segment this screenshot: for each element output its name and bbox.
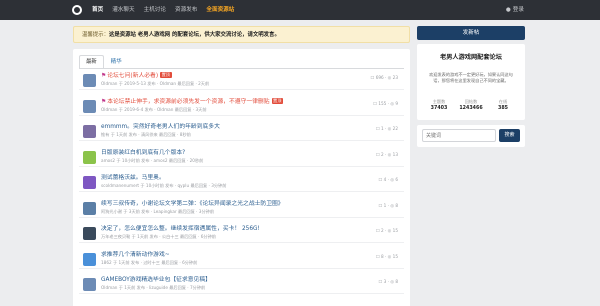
thread-stats: ☐ 696 · ◎ 23 [370, 75, 398, 80]
nav-hosts[interactable]: 主机讨论 [144, 6, 166, 14]
thread-title[interactable]: emmmm。突然好奇老男人们的年龄到底多大 [101, 123, 220, 131]
avatar[interactable] [83, 252, 96, 266]
thread-title-text: 测试蕾格沃兹。马里奥。 [101, 175, 165, 181]
search-panel: 搜索 [417, 125, 525, 147]
thread-title[interactable]: 日版原装红白机到底有几个版本? [101, 149, 185, 157]
thread-title[interactable]: GAMEBOY游戏精选毕业包【征求意见稿】 [101, 276, 211, 284]
thread-row[interactable]: ⚑本论坛禁止伸手，求资源前必须先发一个资源，不遵守一律删贴 置顶 Oldman 于 … [79, 97, 404, 116]
notice-text: 这是资源站 老男人游戏网 的配套论坛，供大家交流讨论，请文明发言。 [108, 32, 280, 38]
thread-row[interactable]: 求推荐几个清新动作游戏~ 1862 于 1天前 发布 · 过时十三 最后回复 · … [79, 250, 404, 269]
thread-stats: ☐ 155 · ◎ 9 [373, 100, 398, 106]
thread-meta: 惟有 于 1天前 发布 · 清风徐来 最后回复 · 8秒前 [101, 132, 191, 137]
thread-stats: ☐ 2 · ◎ 13 [375, 151, 398, 157]
pin-flag-icon: ⚑ [101, 73, 107, 79]
tab-latest[interactable]: 最新 [79, 55, 104, 69]
thread-title[interactable]: ⚑论坛七问(新人必看) 置顶 [101, 72, 172, 80]
thread-stats: ☐ 3 · ◎ 8 [378, 279, 398, 284]
thread-title[interactable]: 决定了，怎么便宜怎么整。继续发挥宿遇属性，买卡！ 256G! [101, 225, 260, 233]
thread-title-text: emmmm。突然好奇老男人们的年龄到底多大 [101, 124, 220, 130]
notice-banner: 温馨提示：这是资源站 老男人游戏网 的配套论坛，供大家交流讨论，请文明发言。 [73, 26, 410, 43]
user-icon: ● [505, 7, 511, 13]
thread-meta: Oldman 于 1天前 发布 · lizuguide 最后回复 · 7分钟前 [101, 285, 206, 290]
thread-row[interactable]: 续写三叔传奇，小谢论坛文学第二弹：《论坛异闻录之光之战士防卫圈》 阿狗光小谢 于 … [79, 199, 404, 218]
thread-title-text: 论坛七问(新人必看) [107, 73, 159, 79]
thread-meta: scoldmanenumert 于 10小时前 发布 · qyplu 最后回复 … [101, 183, 227, 188]
stat-value: 1243466 [459, 106, 483, 111]
avatar[interactable] [83, 227, 96, 240]
avatar[interactable] [83, 125, 96, 138]
stat-value: 385 [497, 106, 508, 111]
thread-title[interactable]: 续写三叔传奇，小谢论坛文学第二弹：《论坛异闻录之光之战士防卫圈》 [101, 200, 284, 208]
search-button[interactable]: 搜索 [499, 129, 520, 142]
thread-title-text: 续写三叔传奇，小谢论坛文学第二弹：《论坛异闻录之光之战士防卫圈》 [101, 200, 284, 207]
pin-flag-icon: ⚑ [101, 98, 107, 105]
thread-meta: 阿狗光小谢 于 3天前 发布 · Leapingkar 最后回复 · 3分钟前 [101, 208, 215, 214]
stat-online: 在线 385 [487, 99, 519, 112]
site-logo-icon[interactable] [72, 5, 82, 15]
avatar[interactable] [83, 278, 96, 291]
login-link[interactable]: ● 登录 [506, 6, 524, 14]
avatar[interactable] [83, 201, 96, 215]
thread-stats: ☐ 2 · ◎ 15 [375, 228, 398, 233]
thread-list-panel: 最新 精华 ⚑论坛七问(新人必看) 置顶 Oldman 于 2019-5-13 发布… [73, 49, 410, 306]
thread-row[interactable]: emmmm。突然好奇老男人们的年龄到底多大 惟有 于 1天前 发布 · 清风徐来 … [79, 122, 404, 141]
sticky-badge: 置顶 [160, 72, 172, 78]
main-nav: 首页 灌水聊天 主机讨论 资源发布 全面资源站 [92, 6, 234, 14]
notice-label: 温馨提示： [82, 32, 109, 38]
thread-row[interactable]: 决定了，怎么便宜怎么整。继续发挥宿遇属性，买卡！ 256G! 万年老三夜贝勒 于 … [79, 224, 404, 243]
thread-row[interactable]: ⚑论坛七问(新人必看) 置顶 Oldman 于 2019-5-13 发布 · Old… [79, 71, 404, 90]
thread-title-text: 决定了，怎么便宜怎么整。继续发挥宿遇属性，买卡！ 256G! [101, 226, 260, 232]
thread-title[interactable]: 测试蕾格沃兹。马里奥。 [101, 174, 165, 182]
thread-stats: ☐ 4 · ◎ 6 [378, 177, 398, 182]
thread-tabs: 最新 精华 [79, 55, 129, 69]
thread-meta: amos2 于 10小时前 发布 · amos2 最后回复 · 20秒前 [101, 157, 204, 163]
avatar[interactable] [83, 74, 96, 87]
thread-title-text: 本论坛禁止伸手，求资源前必须先发一个资源，不遵守一律删贴 [107, 98, 270, 105]
tab-divider [79, 68, 404, 69]
avatar[interactable] [83, 150, 96, 164]
nav-chat[interactable]: 灌水聊天 [112, 6, 134, 14]
thread-row[interactable]: GAMEBOY游戏精选毕业包【征求意见稿】 Oldman 于 1天前 发布 · l… [79, 275, 404, 294]
nav-resources[interactable]: 资源发布 [175, 6, 197, 14]
thread-meta: Oldman 于 2019-5-13 发布 · Oldman 最后回复 · 2天… [101, 81, 210, 86]
thread-row[interactable]: 日版原装红白机到底有几个版本? amos2 于 10小时前 发布 · amos2 … [79, 148, 404, 167]
avatar[interactable] [83, 176, 96, 189]
stat-value: 37403 [430, 106, 448, 111]
thread-stats: ☐ 8 · ◎ 15 [375, 253, 398, 259]
stat-replies: 回帖数 1243466 [455, 99, 487, 112]
forum-description: 欢迎发表的游戏不一定更好玩，如果认同这句话，那您将在这里发现自己不同的宝藏。 [429, 72, 513, 83]
forum-stats: 主题数 37403 回帖数 1243466 在线 385 [423, 99, 519, 112]
stat-topics: 主题数 37403 [423, 99, 455, 112]
thread-stats: ☐ 1 · ◎ 8 [378, 202, 398, 208]
tab-featured[interactable]: 精华 [104, 55, 129, 69]
thread-title-text: GAMEBOY游戏精选毕业包【征求意见稿】 [101, 277, 211, 283]
login-label: 登录 [512, 7, 524, 13]
thread-title[interactable]: ⚑本论坛禁止伸手，求资源前必须先发一个资源，不遵守一律删贴 置顶 [101, 97, 283, 106]
sticky-badge: 置顶 [271, 97, 283, 104]
thread-title[interactable]: 求推荐几个清新动作游戏~ [101, 251, 170, 259]
thread-meta: 万年老三夜贝勒 于 1天前 发布 · 公白十三 最后回复 · 6分钟前 [101, 234, 216, 239]
top-navbar: 首页 灌水聊天 主机讨论 资源发布 全面资源站 ● 登录 [0, 0, 600, 20]
thread-row[interactable]: 测试蕾格沃兹。马里奥。 scoldmanenumert 于 10小时前 发布 · … [79, 173, 404, 192]
thread-title-text: 日版原装红白机到底有几个版本? [101, 149, 186, 156]
forum-title: 老男人游戏网配套论坛 [440, 54, 502, 61]
thread-title-text: 求推荐几个清新动作游戏~ [101, 251, 170, 258]
thread-meta: Oldman 于 2019-6-4 发布 · Oldman 最后回复 · 3天前 [101, 106, 207, 112]
thread-meta: 1862 于 1天前 发布 · 过时十三 最后回复 · 6分钟前 [101, 259, 198, 265]
search-input[interactable] [422, 129, 496, 142]
new-post-button[interactable]: 发新帖 [417, 26, 525, 40]
nav-resource-site[interactable]: 全面资源站 [206, 6, 234, 14]
forum-info-card: 老男人游戏网配套论坛 欢迎发表的游戏不一定更好玩，如果认同这句话，那您将在这里发… [417, 44, 525, 120]
avatar[interactable] [83, 99, 96, 113]
nav-home[interactable]: 首页 [92, 6, 103, 14]
thread-stats: ☐ 1 · ◎ 22 [375, 126, 398, 131]
